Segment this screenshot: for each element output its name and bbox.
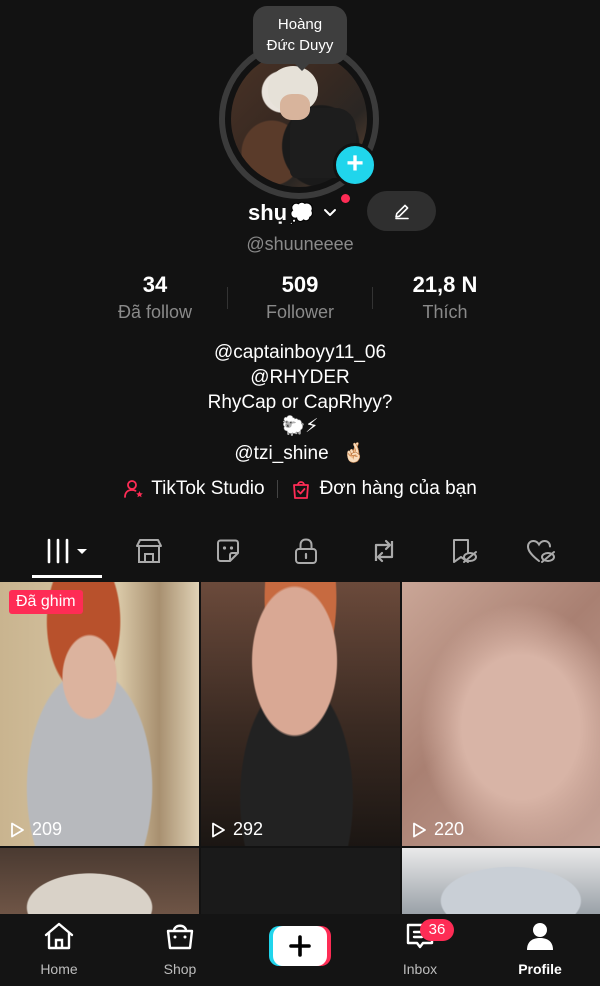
tab-favorites-hidden[interactable] — [443, 533, 483, 569]
video-thumbnail[interactable]: 292 — [201, 582, 400, 846]
orders-link[interactable]: Đơn hàng của bạn — [290, 478, 477, 500]
plus-icon: + — [346, 147, 364, 180]
edit-profile-button[interactable] — [367, 191, 436, 231]
video-views: 220 — [410, 819, 464, 840]
tab-reposts[interactable] — [364, 533, 404, 569]
tab-videos[interactable] — [45, 533, 93, 569]
repost-icon — [374, 539, 394, 563]
tiktok-studio-link[interactable]: TikTok Studio — [123, 478, 265, 500]
stat-divider — [372, 287, 373, 309]
lock-icon — [295, 538, 317, 564]
play-icon — [212, 822, 225, 837]
nav-inbox-label: Inbox — [402, 961, 438, 977]
user-star-icon — [124, 480, 144, 498]
profile-links-row: TikTok Studio Đơn hàng của bạn — [0, 478, 600, 500]
nav-shop[interactable]: Shop — [140, 920, 220, 977]
nav-profile-label: Profile — [518, 961, 562, 977]
stat-followers[interactable]: 509 Follower — [230, 272, 370, 323]
nav-home-label: Home — [40, 961, 78, 977]
video-thumbnail[interactable] — [201, 848, 400, 914]
following-label: Đã follow — [117, 302, 193, 322]
tooltip-line-1: Hoàng — [277, 16, 323, 33]
nav-home[interactable]: Home — [19, 920, 99, 977]
view-count: 209 — [32, 819, 63, 839]
play-icon — [413, 822, 426, 837]
bio-mention-text: @tzi_shine — [234, 443, 329, 464]
bio-line-mention-2[interactable]: @RHYDER — [0, 367, 600, 389]
nav-shop-label: Shop — [163, 961, 197, 977]
name-tooltip: Hoàng Đức Duyy — [253, 6, 347, 64]
stat-divider — [227, 287, 228, 309]
storefront-icon — [136, 539, 162, 563]
pinned-badge: Đã ghim — [9, 590, 83, 614]
inbox-badge: 36 — [420, 919, 454, 941]
video-thumbnail[interactable] — [402, 848, 600, 914]
shopping-bag-check-icon — [292, 481, 309, 499]
display-name-row[interactable]: shụ 💭 — [248, 198, 338, 228]
heart-hidden-icon — [526, 539, 555, 563]
bookmark-hidden-icon — [453, 539, 477, 563]
view-count: 292 — [233, 819, 264, 839]
username: @shuuneeee — [246, 234, 354, 254]
grid-bars-icon — [47, 538, 87, 564]
bio-line-mention-3[interactable]: @tzi_shine 🤞🏻 — [0, 441, 600, 465]
chevron-down-icon[interactable] — [322, 205, 338, 221]
bio-line-mention-1[interactable]: @captainboyy11_06 — [0, 342, 600, 364]
followers-label: Follower — [265, 302, 335, 322]
followers-count: 509 — [281, 272, 319, 297]
links-separator — [276, 480, 278, 498]
video-views: 292 — [209, 819, 263, 840]
notification-dot — [341, 194, 350, 203]
active-tab-indicator — [32, 575, 102, 578]
thought-bubble-emoji: 💭 — [289, 202, 315, 225]
video-thumbnail[interactable] — [0, 848, 199, 914]
stat-following[interactable]: 34 Đã follow — [85, 272, 225, 323]
tiktok-studio-label: TikTok Studio — [151, 478, 265, 499]
tab-liked-hidden[interactable] — [521, 533, 561, 569]
tab-shop[interactable] — [129, 533, 169, 569]
video-views: 209 — [8, 819, 62, 840]
profile-icon — [527, 923, 553, 950]
orders-label: Đơn hàng của bạn — [319, 478, 477, 499]
likes-count: 21,8 N — [412, 272, 478, 297]
tab-stickers[interactable] — [208, 533, 248, 569]
nav-profile[interactable]: Profile — [500, 920, 580, 977]
play-icon — [11, 822, 24, 837]
bio-line-text: RhyCap or CapRhyy? — [207, 392, 393, 413]
tab-private[interactable] — [286, 533, 326, 569]
home-icon — [44, 922, 74, 950]
add-story-button[interactable]: + — [333, 143, 377, 187]
shopping-bag-icon — [166, 924, 194, 950]
create-video-button[interactable] — [269, 926, 331, 966]
tooltip-line-2: Đức Duyy — [266, 37, 334, 54]
sticker-icon — [217, 539, 239, 562]
crossed-fingers-emoji: 🤞🏻 — [341, 443, 366, 464]
following-count: 34 — [142, 272, 168, 297]
display-name: shụ — [248, 200, 288, 225]
likes-label: Thích — [422, 302, 468, 322]
stat-likes[interactable]: 21,8 N Thích — [375, 272, 515, 323]
pencil-icon — [394, 204, 409, 220]
bio-line-emoji: 🐑⚡ — [281, 416, 319, 437]
tooltip-tail — [293, 62, 311, 71]
avatar-photo-face — [280, 94, 310, 120]
video-thumbnail[interactable]: 220 — [402, 582, 600, 846]
video-thumbnail[interactable]: 209 — [0, 582, 199, 846]
view-count: 220 — [434, 819, 465, 839]
